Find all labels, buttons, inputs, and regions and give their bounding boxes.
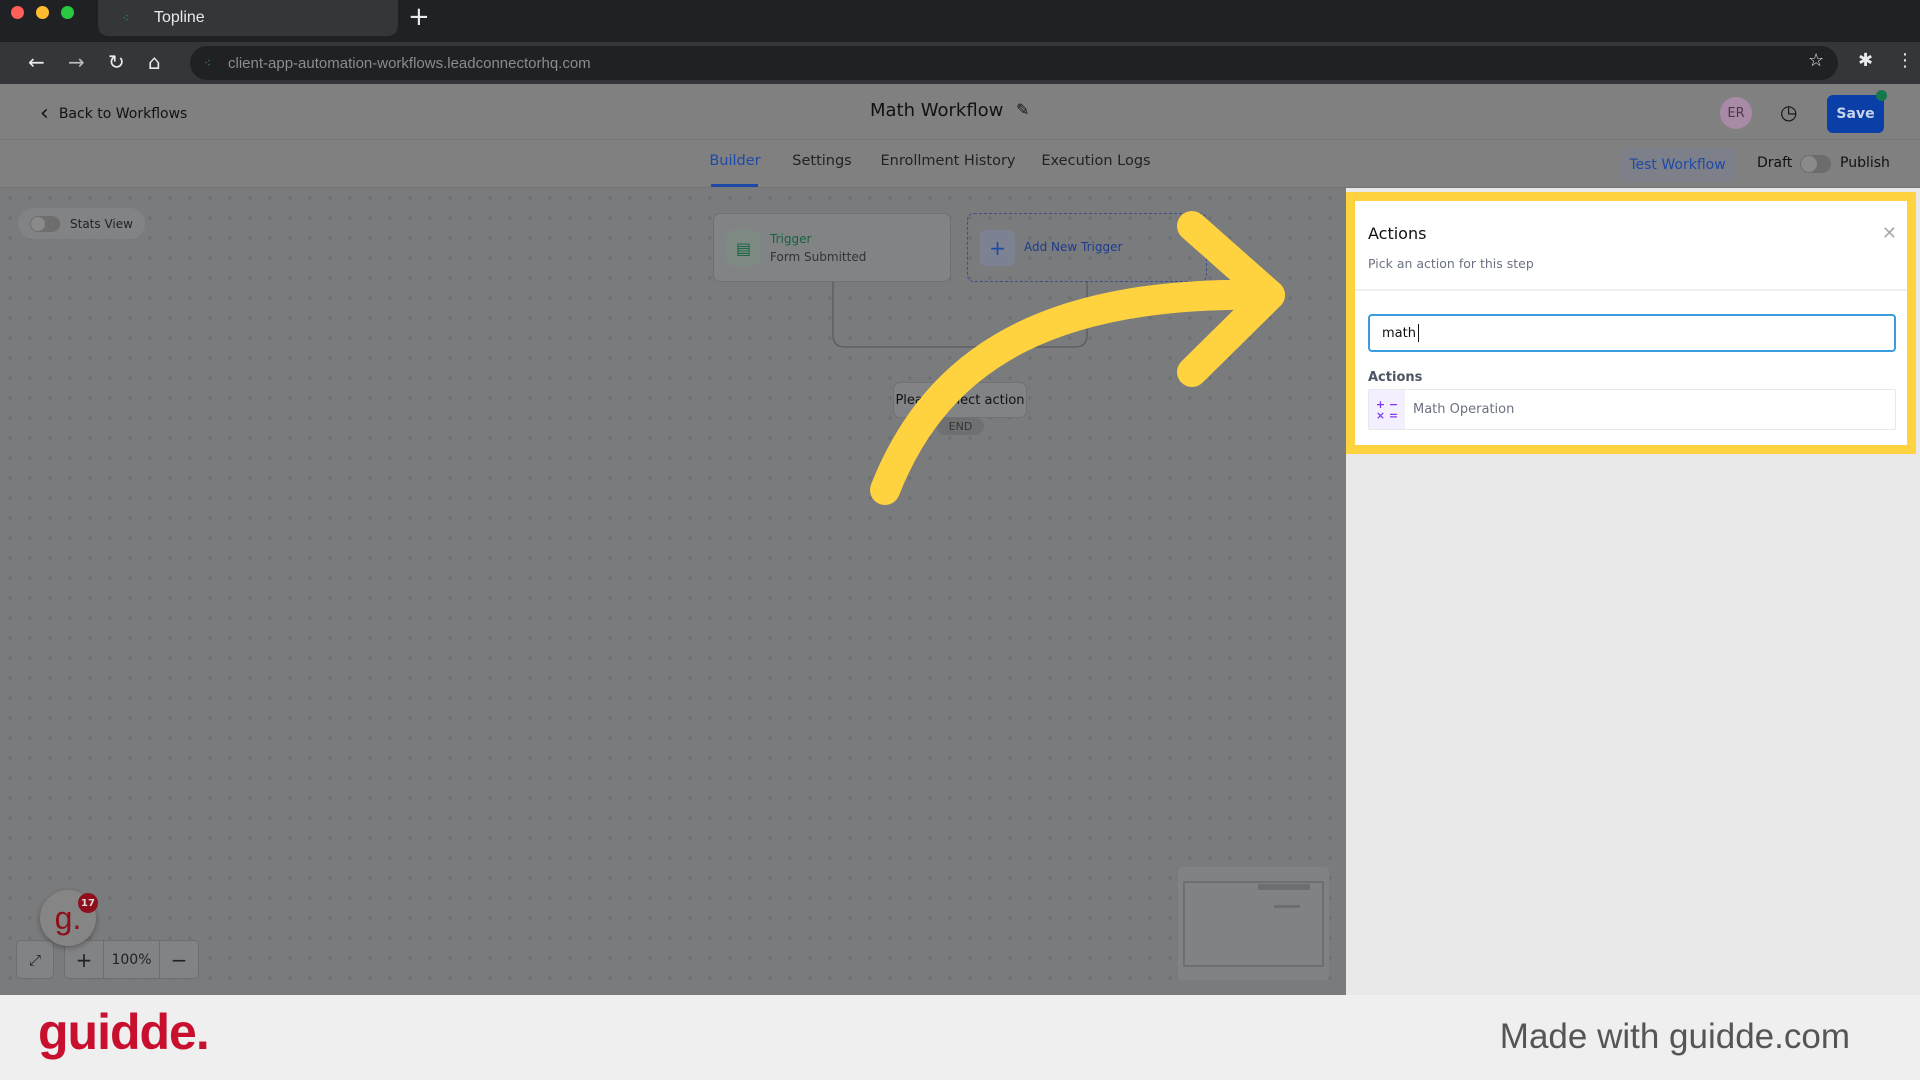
highlight-arrow: [870, 211, 1285, 505]
panel-subtitle: Pick an action for this step: [1368, 256, 1534, 271]
made-with-text: Made with guidde.com: [1499, 1017, 1850, 1056]
close-icon[interactable]: ✕: [1882, 223, 1897, 244]
guidde-footer: guidde. Made with guidde.com: [0, 995, 1920, 1080]
extensions-icon[interactable]: ✱: [1858, 50, 1873, 71]
action-item-math-operation[interactable]: + − × = Math Operation: [1368, 389, 1896, 430]
search-value: math: [1382, 325, 1416, 341]
bookmark-star-icon[interactable]: ☆: [1808, 50, 1824, 71]
actions-panel: Actions Pick an action for this step ✕ m…: [1346, 192, 1916, 454]
publish-label: Publish: [1840, 155, 1890, 171]
panel-title: Actions: [1368, 224, 1427, 243]
unsaved-indicator: [1876, 90, 1887, 101]
history-icon[interactable]: ◷: [1780, 100, 1797, 124]
save-button[interactable]: Save: [1827, 95, 1884, 133]
draft-label: Draft: [1757, 155, 1793, 171]
section-label: Actions: [1368, 370, 1423, 385]
publish-toggle[interactable]: [1800, 155, 1831, 173]
math-operators-icon: + − × =: [1369, 390, 1405, 429]
avatar[interactable]: ER: [1720, 97, 1752, 129]
divider: [1355, 289, 1907, 291]
guidde-logo: guidde.: [38, 1004, 210, 1060]
test-workflow-button[interactable]: Test Workflow: [1619, 148, 1736, 182]
action-search-input[interactable]: math: [1368, 314, 1896, 352]
action-item-label: Math Operation: [1413, 402, 1515, 417]
browser-menu-icon[interactable]: ⋮: [1896, 50, 1914, 71]
